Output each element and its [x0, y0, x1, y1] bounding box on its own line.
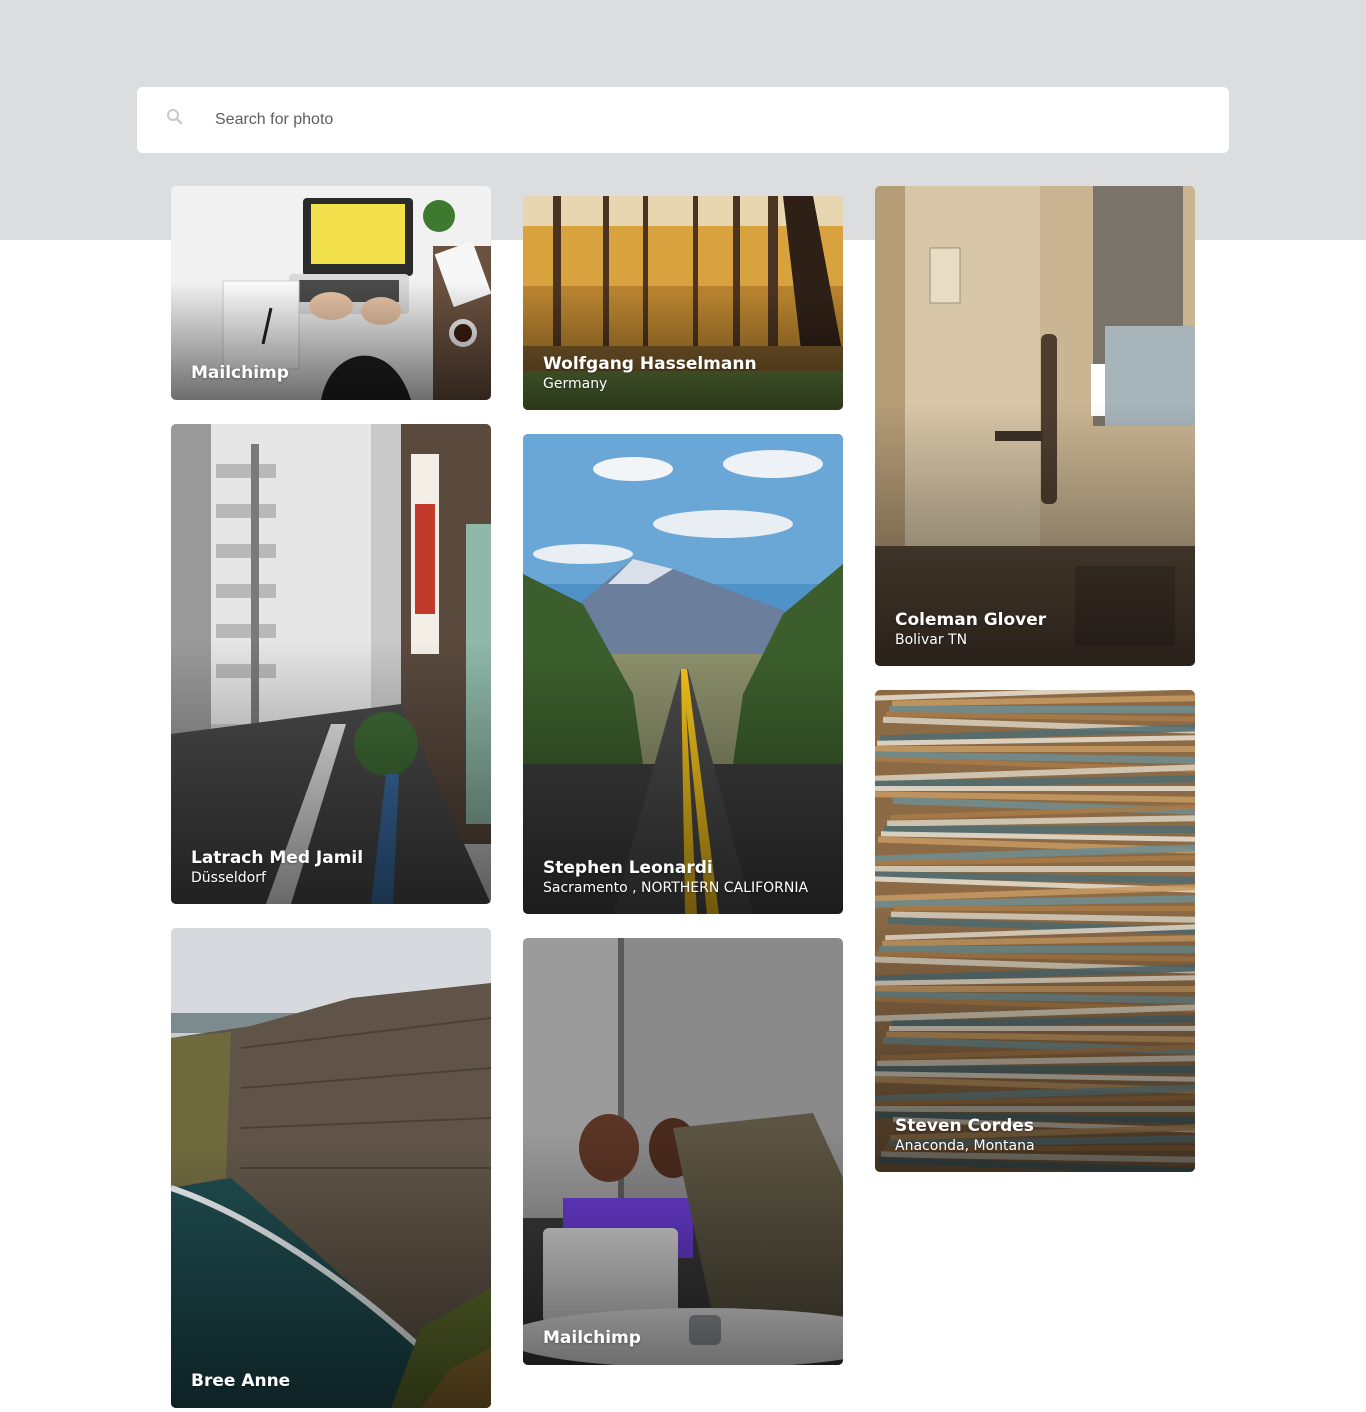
- search-bar[interactable]: [137, 87, 1229, 153]
- search-icon: [166, 108, 184, 126]
- photo-author: Bree Anne: [191, 1371, 291, 1391]
- photo-card-road[interactable]: Stephen Leonardi Sacramento , NORTHERN C…: [523, 434, 843, 914]
- photo-caption: Bree Anne: [191, 1370, 479, 1392]
- photo-caption: Latrach Med Jamil Düsseldorf: [191, 847, 479, 888]
- photo-card-papers[interactable]: Steven Cordes Anaconda, Montana: [875, 690, 1195, 1172]
- photo-location: Germany: [543, 376, 608, 392]
- photo-card-forest[interactable]: Wolfgang Hasselmann Germany: [523, 196, 843, 410]
- search-input[interactable]: [215, 87, 1195, 153]
- photo-caption: Steven Cordes Anaconda, Montana: [895, 1115, 1183, 1156]
- photo-author: Wolfgang Hasselmann: [543, 354, 757, 374]
- photo-author: Stephen Leonardi: [543, 858, 713, 878]
- photo-author: Mailchimp: [191, 363, 289, 383]
- photo-caption: Wolfgang Hasselmann Germany: [543, 353, 831, 394]
- photo-caption: Coleman Glover Bolivar TN: [895, 609, 1183, 650]
- photo-card-couple[interactable]: Mailchimp: [523, 938, 843, 1365]
- photo-location: Sacramento , NORTHERN CALIFORNIA: [543, 880, 809, 896]
- photo-card-street[interactable]: Latrach Med Jamil Düsseldorf: [171, 424, 491, 904]
- photo-caption: Stephen Leonardi Sacramento , NORTHERN C…: [543, 857, 831, 898]
- photo-author: Latrach Med Jamil: [191, 848, 364, 868]
- photo-card-cliffs[interactable]: Bree Anne: [171, 928, 491, 1408]
- photo-card-door[interactable]: Coleman Glover Bolivar TN: [875, 186, 1195, 666]
- photo-caption: Mailchimp: [191, 362, 479, 384]
- photo-caption: Mailchimp: [543, 1327, 831, 1349]
- photo-author: Coleman Glover: [895, 610, 1047, 630]
- photo-author: Mailchimp: [543, 1328, 641, 1348]
- photo-location: Bolivar TN: [895, 632, 968, 648]
- photo-location: Anaconda, Montana: [895, 1138, 1035, 1154]
- photo-card-mailchimp-desk[interactable]: Mailchimp: [171, 186, 491, 400]
- photo-author: Steven Cordes: [895, 1116, 1034, 1136]
- photo-location: Düsseldorf: [191, 870, 266, 886]
